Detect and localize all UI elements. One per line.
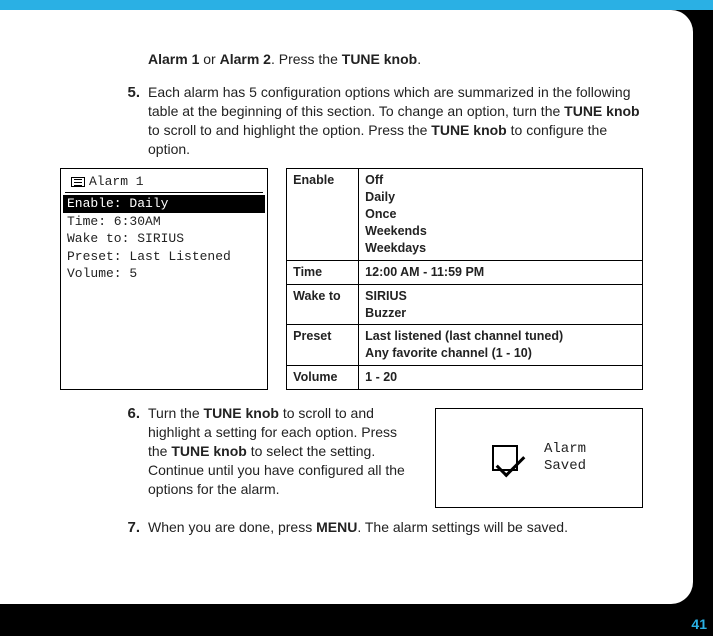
lcd-title: Alarm 1	[89, 173, 144, 191]
option-value: Last listened (last channel tuned)	[365, 328, 636, 345]
lcd-preview: Alarm 1 Enable: DailyTime: 6:30AMWake to…	[60, 168, 268, 390]
option-name: Volume	[287, 366, 359, 390]
option-values: SIRIUSBuzzer	[359, 284, 643, 325]
table-row: Wake toSIRIUSBuzzer	[287, 284, 643, 325]
table-row: Volume 1 - 20	[287, 366, 643, 390]
lcd-row: Wake to: SIRIUS	[61, 230, 267, 248]
option-value: Buzzer	[365, 305, 636, 322]
step-number: 7.	[118, 518, 148, 538]
table-row: PresetLast listened (last channel tuned)…	[287, 325, 643, 366]
option-name: Preset	[287, 325, 359, 366]
check-icon	[492, 445, 518, 471]
step-number: 5.	[118, 83, 148, 159]
list-icon	[71, 177, 85, 187]
step-body: Alarm Saved Turn the TUNE knob to scroll…	[148, 404, 643, 508]
saved-line1: Alarm	[544, 441, 586, 457]
intro-line: Alarm 1 or Alarm 2. Press the TUNE knob.	[148, 50, 643, 69]
option-value: 12:00 AM - 11:59 PM	[365, 264, 636, 281]
step-7: 7. When you are done, press MENU. The al…	[30, 518, 643, 538]
options-table: EnableOffDailyOnceWeekendsWeekdaysTime12…	[286, 168, 643, 390]
option-values: OffDailyOnceWeekendsWeekdays	[359, 169, 643, 260]
step-body: When you are done, press MENU. The alarm…	[148, 518, 643, 538]
lcd-title-row: Alarm 1	[65, 171, 263, 193]
step-body: Each alarm has 5 configuration options w…	[148, 83, 643, 159]
option-value: Once	[365, 206, 636, 223]
intro-tune: TUNE knob	[342, 51, 417, 67]
table-row: Time 12:00 AM - 11:59 PM	[287, 260, 643, 284]
option-name: Enable	[287, 169, 359, 260]
option-values: 1 - 20	[359, 366, 643, 390]
option-value: Off	[365, 172, 636, 189]
step-5: 5. Each alarm has 5 configuration option…	[30, 83, 643, 159]
option-value: 1 - 20	[365, 369, 636, 386]
saved-line2: Saved	[544, 458, 586, 474]
step-6: 6. Alarm Saved Turn the TUNE knob to scr…	[30, 404, 643, 508]
option-value: Weekdays	[365, 240, 636, 257]
alarm-saved-box: Alarm Saved	[435, 408, 643, 508]
lcd-row: Time: 6:30AM	[61, 213, 267, 231]
header-accent-bar	[0, 0, 713, 10]
option-value: Daily	[365, 189, 636, 206]
config-panels: Alarm 1 Enable: DailyTime: 6:30AMWake to…	[60, 168, 643, 390]
option-values: 12:00 AM - 11:59 PM	[359, 260, 643, 284]
manual-page: Alarm 1 or Alarm 2. Press the TUNE knob.…	[0, 10, 693, 604]
lcd-row: Volume: 5	[61, 265, 267, 283]
step-number: 6.	[118, 404, 148, 508]
option-value: SIRIUS	[365, 288, 636, 305]
table-row: EnableOffDailyOnceWeekendsWeekdays	[287, 169, 643, 260]
option-values: Last listened (last channel tuned)Any fa…	[359, 325, 643, 366]
option-name: Time	[287, 260, 359, 284]
option-value: Any favorite channel (1 - 10)	[365, 345, 636, 362]
lcd-row: Enable: Daily	[63, 195, 265, 213]
page-number: 41	[691, 616, 707, 632]
intro-alarm1: Alarm 1	[148, 51, 199, 67]
option-name: Wake to	[287, 284, 359, 325]
lcd-row: Preset: Last Listened	[61, 248, 267, 266]
option-value: Weekends	[365, 223, 636, 240]
intro-alarm2: Alarm 2	[220, 51, 271, 67]
